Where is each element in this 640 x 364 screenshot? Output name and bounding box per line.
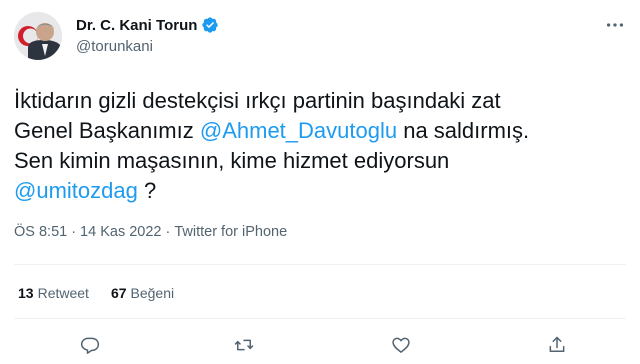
retweet-count: 13 xyxy=(18,285,34,301)
author-name-row: Dr. C. Kani Torun xyxy=(76,15,219,35)
tweet-card: Dr. C. Kani Torun @torunkani İktidarın g… xyxy=(0,0,640,364)
heart-icon[interactable] xyxy=(388,332,414,358)
avatar-photo-icon xyxy=(14,12,62,60)
tweet-line: İktidarın gizli destekçisi ırkçı partini… xyxy=(14,88,501,113)
divider xyxy=(14,264,626,265)
divider xyxy=(14,318,626,319)
reply-icon[interactable] xyxy=(77,332,103,358)
meta-separator: · xyxy=(71,224,77,240)
tweet-date[interactable]: 14 Kas 2022 xyxy=(80,224,161,240)
retweet-icon[interactable] xyxy=(231,332,257,358)
tweet-line: Genel Başkanımız @Ahmet_Davutoglu na sal… xyxy=(14,116,624,146)
retweet-label: Retweet xyxy=(37,285,89,301)
meta-separator: · xyxy=(165,224,171,240)
more-options-icon[interactable] xyxy=(604,14,626,36)
author-info: Dr. C. Kani Torun @torunkani xyxy=(76,15,219,55)
like-count: 67 xyxy=(110,285,127,301)
tweet-text: İktidarın gizli destekçisi ırkçı partini… xyxy=(14,86,624,206)
tweet-text-segment: ? xyxy=(137,178,157,203)
like-stat[interactable]: 67 Beğeni xyxy=(111,285,174,301)
tweet-stats: 13 Retweet 67 Beğeni xyxy=(18,285,196,301)
tweet-actions xyxy=(0,332,640,362)
tweet-line: @umitozdag ? xyxy=(14,176,624,206)
tweet-line: Sen kimin maşasının, kime hizmet ediyors… xyxy=(14,148,450,173)
share-icon[interactable] xyxy=(544,332,570,358)
tweet-source[interactable]: Twitter for iPhone xyxy=(174,224,287,240)
author-name[interactable]: Dr. C. Kani Torun xyxy=(76,17,197,34)
mention-link[interactable]: @umitozdag xyxy=(14,178,138,203)
tweet-text-segment: na saldırmış. xyxy=(397,118,530,143)
tweet-meta: ÖS 8:51 · 14 Kas 2022 · Twitter for iPho… xyxy=(14,224,287,240)
mention-link[interactable]: @Ahmet_Davutoglu xyxy=(200,118,397,143)
like-label: Beğeni xyxy=(130,285,175,301)
tweet-time[interactable]: ÖS 8:51 xyxy=(14,224,67,240)
retweet-stat[interactable]: 13 Retweet xyxy=(18,285,89,301)
verified-badge-icon xyxy=(201,16,219,34)
avatar[interactable] xyxy=(14,12,62,60)
tweet-text-segment: Genel Başkanımız xyxy=(14,118,200,143)
author-handle[interactable]: @torunkani xyxy=(76,38,219,55)
